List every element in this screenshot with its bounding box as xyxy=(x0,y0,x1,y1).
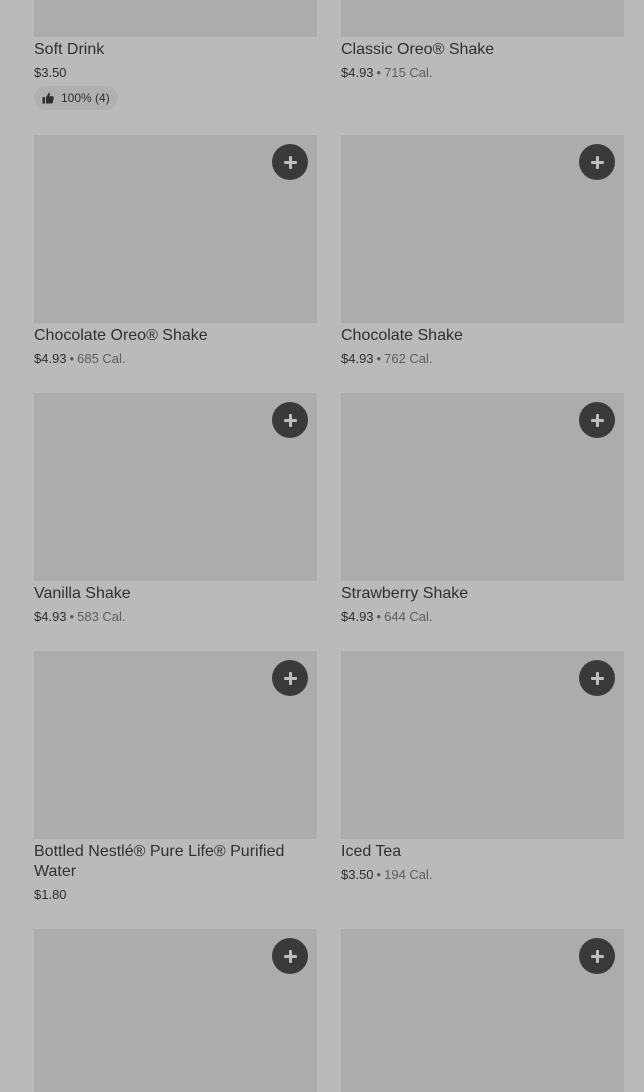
rating-badge: 100% (4) xyxy=(34,86,118,110)
menu-item-image[interactable] xyxy=(34,393,317,581)
rating-text: 100% (4) xyxy=(61,91,110,105)
add-to-cart-button[interactable] xyxy=(579,938,615,974)
menu-item-price-line: $4.93 • 685 Cal. xyxy=(34,350,126,368)
menu-item-price-line: $1.80 xyxy=(34,886,67,904)
menu-item-image[interactable] xyxy=(34,135,317,323)
menu-item-price: $4.93 xyxy=(34,351,67,366)
menu-item-name: Iced Tea xyxy=(341,843,402,860)
plus-icon xyxy=(590,155,604,169)
menu-item-price-line: $3.50 xyxy=(34,64,67,82)
menu-item-price-line: $4.93 • 715 Cal. xyxy=(341,64,433,82)
add-to-cart-button[interactable] xyxy=(579,402,615,438)
menu-item-name: Soft Drink xyxy=(34,41,105,58)
menu-item-price: $1.80 xyxy=(34,887,67,902)
menu-item-calories: 583 Cal. xyxy=(77,609,126,624)
plus-icon xyxy=(590,413,604,427)
plus-icon xyxy=(590,949,604,963)
plus-icon xyxy=(283,949,297,963)
menu-item-name: Chocolate Oreo® Shake xyxy=(34,327,208,344)
add-to-cart-button[interactable] xyxy=(272,402,308,438)
add-to-cart-button[interactable] xyxy=(579,144,615,180)
separator-dot: • xyxy=(69,351,75,366)
menu-item-image[interactable] xyxy=(341,135,624,323)
menu-item-image[interactable] xyxy=(34,929,317,1092)
menu-item-price-line: $3.50 • 194 Cal. xyxy=(341,866,433,884)
menu-item-name: Vanilla Shake xyxy=(34,585,131,602)
add-to-cart-button[interactable] xyxy=(272,938,308,974)
add-to-cart-button[interactable] xyxy=(272,660,308,696)
menu-item-name: Chocolate Shake xyxy=(341,327,463,344)
separator-dot: • xyxy=(69,609,75,624)
separator-dot: • xyxy=(376,65,382,80)
menu-item-image[interactable] xyxy=(34,0,317,37)
menu-item-price: $4.93 xyxy=(34,609,67,624)
menu-item-calories: 762 Cal. xyxy=(384,351,433,366)
menu-item-image[interactable] xyxy=(341,393,624,581)
add-to-cart-button[interactable] xyxy=(272,144,308,180)
plus-icon xyxy=(283,671,297,685)
menu-item-name: Classic Oreo® Shake xyxy=(341,41,495,58)
separator-dot: • xyxy=(376,867,382,882)
plus-icon xyxy=(283,413,297,427)
menu-item-calories: 644 Cal. xyxy=(384,609,433,624)
menu-item-price-line: $4.93 • 583 Cal. xyxy=(34,608,126,626)
separator-dot: • xyxy=(376,609,382,624)
plus-icon xyxy=(283,155,297,169)
menu-item-price-line: $4.93 • 762 Cal. xyxy=(341,350,433,368)
menu-item-price: $3.50 xyxy=(34,65,67,80)
menu-item-image[interactable] xyxy=(341,929,624,1092)
menu-item-price: $4.93 xyxy=(341,65,374,80)
menu-item-calories: 715 Cal. xyxy=(384,65,433,80)
menu-item-name: Bottled Nestlé® Pure Life® Purified Wate… xyxy=(34,843,285,880)
thumbs-up-icon xyxy=(42,92,54,104)
menu-item-calories: 194 Cal. xyxy=(384,867,433,882)
menu-item-price: $3.50 xyxy=(341,867,374,882)
menu-item-image[interactable] xyxy=(341,0,624,37)
add-to-cart-button[interactable] xyxy=(579,660,615,696)
menu-item-image[interactable] xyxy=(34,651,317,839)
menu-item-name: Strawberry Shake xyxy=(341,585,469,602)
menu-item-price-line: $4.93 • 644 Cal. xyxy=(341,608,433,626)
separator-dot: • xyxy=(376,351,382,366)
menu-item-price: $4.93 xyxy=(341,609,374,624)
plus-icon xyxy=(590,671,604,685)
menu-item-image[interactable] xyxy=(341,651,624,839)
menu-item-price: $4.93 xyxy=(341,351,374,366)
menu-item-calories: 685 Cal. xyxy=(77,351,126,366)
